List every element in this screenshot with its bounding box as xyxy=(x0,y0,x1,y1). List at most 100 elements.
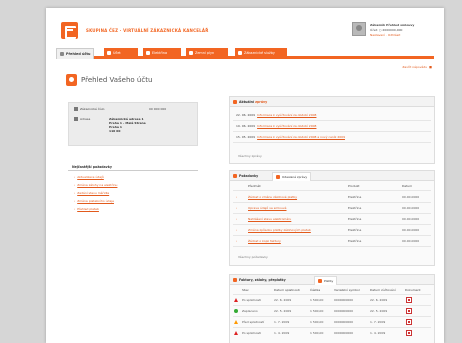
row-arrow-icon: › xyxy=(236,195,238,199)
divider xyxy=(233,316,431,317)
invoice-vs: 0000000000 xyxy=(334,331,354,335)
message-item[interactable]: 22. 06. 2009 Informace k vyúčtování za ob… xyxy=(236,113,316,117)
pending-warning-icon xyxy=(234,320,238,324)
invoice-date: 22. 5. 2009 xyxy=(370,309,388,313)
divider xyxy=(233,294,431,295)
request-product: Elektřina xyxy=(348,217,362,221)
messages-header: Aktuální zprávy xyxy=(230,97,434,107)
invoice-date: 1. 7. 2009 xyxy=(370,320,386,324)
gas-icon xyxy=(189,51,193,55)
request-subject[interactable]: Změna způsobu platby zálohových plateb xyxy=(248,228,311,232)
divider xyxy=(233,142,431,143)
portal-page: SKUPINA ČEZ · VIRTUÁLNÍ ZÁKAZNICKÁ KANCE… xyxy=(46,8,444,343)
requests-header: Požadavky Odeslané zprávy xyxy=(230,171,434,181)
electricity-icon xyxy=(146,51,150,55)
column-header: Předmět xyxy=(248,184,261,188)
address-label: Adresa xyxy=(74,117,90,121)
request-subject[interactable]: Oprava údajů ve smlouvě xyxy=(248,206,287,210)
message-date: 15. 05. 2009 xyxy=(236,135,256,139)
invoices-header: Faktury, zálohy, přeplatky Platby xyxy=(230,275,434,285)
divider xyxy=(68,170,198,171)
invoices-title[interactable]: Faktury, zálohy, přeplatky xyxy=(239,278,286,282)
user-actions-link[interactable]: Nastavení · Odhlásit xyxy=(370,33,400,37)
payments-tab[interactable]: Platby xyxy=(314,276,338,285)
all-messages-link[interactable]: Všechny zprávy xyxy=(238,154,262,158)
user-avatar-icon xyxy=(352,22,366,36)
invoice-status: Po splatnosti xyxy=(242,331,262,335)
pdf-document-icon[interactable] xyxy=(406,308,412,314)
overdue-warning-icon xyxy=(234,331,238,335)
divider xyxy=(233,305,431,306)
sent-messages-tab[interactable]: Odeslané zprávy xyxy=(272,172,312,181)
quick-link[interactable]: Zadání stavu měřidla xyxy=(74,191,109,195)
requests-tab-active[interactable]: Požadavky xyxy=(239,174,258,178)
quick-link[interactable]: Aktualizace údajů xyxy=(74,175,104,179)
invoice-due: 1. 4. 2009 xyxy=(274,331,290,335)
divider xyxy=(233,246,431,247)
cez-logo[interactable] xyxy=(61,22,78,39)
quick-links-title: Nejčastější požadavky xyxy=(72,165,112,169)
invoices-panel: Faktury, zálohy, přeplatky Platby Stav D… xyxy=(229,274,435,343)
account-icon xyxy=(107,51,111,55)
column-header: Datum splatnosti xyxy=(274,288,300,292)
messages-icon xyxy=(233,100,237,104)
invoice-status: Po splatnosti xyxy=(242,298,262,302)
request-product: Elektřina xyxy=(348,239,362,243)
pdf-document-icon[interactable] xyxy=(406,330,412,336)
user-name: Zákazník Přehled smlouvy xyxy=(370,23,415,27)
message-item[interactable]: 19. 06. 2009 Informace k vyúčtování za ob… xyxy=(236,124,316,128)
request-date: 00.00.0000 xyxy=(402,206,420,210)
invoice-status: Před splatností xyxy=(242,320,265,324)
tab-label: Účet xyxy=(113,51,121,55)
divider xyxy=(233,327,431,328)
column-header: Datum xyxy=(402,184,413,188)
invoice-amount: 1 500,00 xyxy=(310,331,324,335)
message-link[interactable]: Informace k vyúčtování za období 2008 xyxy=(257,124,316,128)
request-subject[interactable]: Žádost o kopii faktury xyxy=(248,239,281,243)
customer-number-value: 00 000 000 xyxy=(149,107,167,111)
tab-gas[interactable]: Zemní plyn xyxy=(186,48,228,59)
quick-link[interactable]: Změna platebního údaje xyxy=(74,199,114,203)
request-subject[interactable]: Nahlášení stavu elektroměru xyxy=(248,217,291,221)
account-overview-icon xyxy=(66,74,77,86)
message-link[interactable]: Informace k vyúčtování za období 2008 a … xyxy=(257,135,345,139)
request-subject[interactable]: Žádost o změnu zálohové platby xyxy=(248,195,297,199)
invoice-amount: 1 500,00 xyxy=(310,320,324,324)
pdf-document-icon[interactable] xyxy=(406,319,412,325)
user-box: Zákazník Přehled smlouvy Účet: ○ 2000000… xyxy=(352,20,430,42)
quick-link[interactable]: Změna zálohy na elektřinu xyxy=(74,183,117,187)
divider xyxy=(233,202,431,203)
label-text: Zákaznické číslo xyxy=(80,107,105,111)
quick-link[interactable]: Přehled plateb xyxy=(74,207,99,211)
pdf-document-icon[interactable] xyxy=(406,297,412,303)
column-header: Variabilní symbol xyxy=(334,288,360,292)
message-date: 19. 06. 2009 xyxy=(236,124,256,128)
invoice-due: 22. 6. 2009 xyxy=(274,298,292,302)
tab-customer-services[interactable]: Zákaznické služby xyxy=(235,48,287,59)
title-prefix: Aktuální xyxy=(239,100,254,104)
divider xyxy=(233,131,431,132)
tab-overview[interactable]: Přehled účtu xyxy=(56,48,94,59)
close-help-link[interactable]: Zavřít nápovědu xyxy=(402,65,432,69)
invoice-amount: 1 500,00 xyxy=(310,309,324,313)
column-header: Dokument xyxy=(405,288,421,292)
message-item[interactable]: 15. 05. 2009 Informace k vyúčtování za ob… xyxy=(236,135,345,139)
tab-electricity[interactable]: Elektřina xyxy=(143,48,181,59)
account-info-box: Zákaznické číslo 00 000 000 Adresa Zákaz… xyxy=(68,102,198,146)
services-icon xyxy=(238,51,242,55)
request-product: Elektřina xyxy=(348,206,362,210)
divider xyxy=(233,213,431,214)
request-date: 00.00.0000 xyxy=(402,239,420,243)
home-icon xyxy=(60,52,64,56)
user-account: Účet: ○ 2000000,000 xyxy=(370,28,403,32)
all-requests-link[interactable]: Všechny požadavky xyxy=(238,255,268,259)
tab-account[interactable]: Účet xyxy=(104,48,138,59)
column-header: Datum zúčtování xyxy=(370,288,396,292)
invoice-status: Zaplaceno xyxy=(242,309,258,313)
messages-panel: Aktuální zprávy 22. 06. 2009 Informace k … xyxy=(229,96,435,164)
message-link[interactable]: Informace k vyúčtování za období 2008 xyxy=(257,113,316,117)
invoice-vs: 0000000000 xyxy=(334,309,354,313)
column-header: Produkt xyxy=(348,184,360,188)
divider xyxy=(233,235,431,236)
invoice-date: 1. 4. 2009 xyxy=(370,331,386,335)
